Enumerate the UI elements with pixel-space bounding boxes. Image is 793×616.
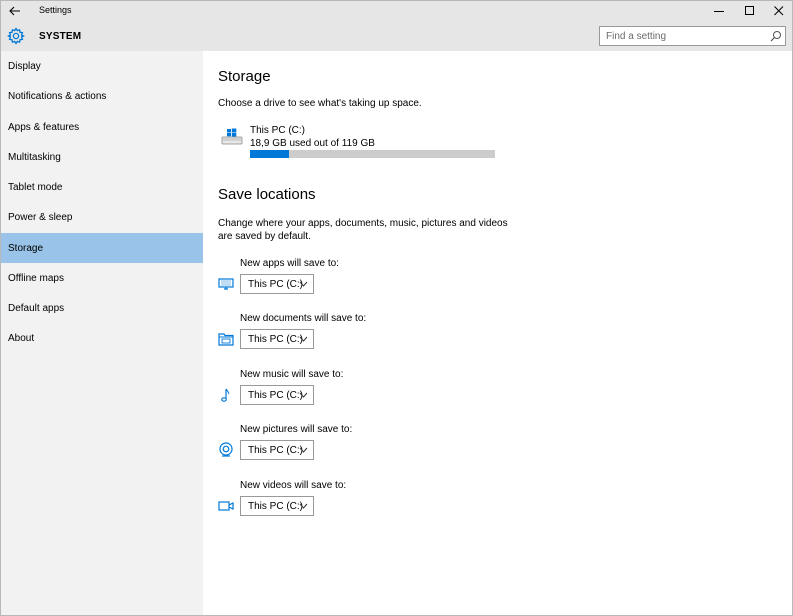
sidebar-item-notifications[interactable]: Notifications & actions bbox=[1, 81, 203, 111]
folder-icon bbox=[218, 333, 234, 346]
gear-icon bbox=[7, 27, 25, 45]
page-title: Storage bbox=[218, 68, 271, 85]
maximize-button[interactable] bbox=[734, 1, 766, 21]
dropdown-value: This PC (C:) bbox=[248, 278, 303, 290]
drive-usage-fill bbox=[250, 150, 289, 158]
search-box[interactable] bbox=[599, 26, 786, 46]
save-locations-title: Save locations bbox=[218, 186, 316, 203]
dropdown-value: This PC (C:) bbox=[248, 444, 303, 456]
save-location-label: New music will save to: bbox=[240, 369, 344, 380]
chevron-down-icon bbox=[299, 503, 308, 509]
save-location-music: New music will save to: This PC (C:) bbox=[218, 369, 518, 415]
search-icon[interactable] bbox=[770, 30, 782, 42]
sidebar-item-about[interactable]: About bbox=[1, 323, 203, 353]
save-location-videos: New videos will save to: This PC (C:) bbox=[218, 480, 518, 526]
minimize-icon bbox=[714, 11, 724, 12]
sidebar-item-label: Display bbox=[8, 60, 41, 72]
back-button[interactable] bbox=[5, 2, 25, 20]
drive-usage-text: 18,9 GB used out of 119 GB bbox=[250, 138, 375, 149]
sidebar-item-label: About bbox=[8, 332, 35, 344]
camera-icon bbox=[219, 442, 233, 457]
sidebar-item-label: Offline maps bbox=[8, 272, 64, 284]
drive-usage-bar bbox=[250, 150, 495, 158]
dropdown-value: This PC (C:) bbox=[248, 500, 303, 512]
settings-window: Settings SYSTEM Display No bbox=[0, 0, 793, 616]
sidebar-item-apps-features[interactable]: Apps & features bbox=[1, 112, 203, 142]
monitor-icon bbox=[218, 278, 234, 290]
music-location-dropdown[interactable]: This PC (C:) bbox=[240, 385, 314, 405]
dropdown-value: This PC (C:) bbox=[248, 389, 303, 401]
sidebar-nav: Display Notifications & actions Apps & f… bbox=[1, 51, 203, 615]
back-arrow-icon bbox=[9, 6, 20, 16]
minimize-button[interactable] bbox=[703, 1, 735, 21]
search-input[interactable] bbox=[600, 27, 765, 45]
header-bar: SYSTEM bbox=[1, 21, 792, 51]
section-title: SYSTEM bbox=[39, 31, 82, 42]
save-location-label: New documents will save to: bbox=[240, 313, 367, 324]
save-location-label: New videos will save to: bbox=[240, 480, 347, 491]
sidebar-item-label: Multitasking bbox=[8, 151, 61, 163]
videos-location-dropdown[interactable]: This PC (C:) bbox=[240, 496, 314, 516]
drive-name: This PC (C:) bbox=[250, 125, 305, 136]
sidebar-item-label: Apps & features bbox=[8, 121, 80, 133]
sidebar-item-tablet-mode[interactable]: Tablet mode bbox=[1, 172, 203, 202]
sidebar-item-label: Default apps bbox=[8, 302, 65, 314]
save-location-documents: New documents will save to: This PC (C:) bbox=[218, 313, 518, 359]
save-location-pictures: New pictures will save to: This PC (C:) bbox=[218, 424, 518, 470]
chevron-down-icon bbox=[299, 336, 308, 342]
sidebar-item-power-sleep[interactable]: Power & sleep bbox=[1, 202, 203, 232]
dropdown-value: This PC (C:) bbox=[248, 333, 303, 345]
drive-icon bbox=[221, 128, 243, 145]
chevron-down-icon bbox=[299, 281, 308, 287]
maximize-icon bbox=[745, 6, 754, 15]
sidebar-item-display[interactable]: Display bbox=[1, 51, 203, 81]
chevron-down-icon bbox=[299, 392, 308, 398]
documents-location-dropdown[interactable]: This PC (C:) bbox=[240, 329, 314, 349]
save-location-apps: New apps will save to: This PC (C:) bbox=[218, 258, 518, 304]
window-title: Settings bbox=[39, 5, 72, 15]
music-note-icon bbox=[221, 388, 230, 402]
sidebar-item-label: Notifications & actions bbox=[8, 90, 107, 102]
apps-location-dropdown[interactable]: This PC (C:) bbox=[240, 274, 314, 294]
sidebar-item-label: Power & sleep bbox=[8, 211, 73, 223]
storage-description: Choose a drive to see what's taking up s… bbox=[218, 98, 422, 109]
sidebar-item-offline-maps[interactable]: Offline maps bbox=[1, 263, 203, 293]
sidebar-item-label: Tablet mode bbox=[8, 181, 63, 193]
sidebar-item-default-apps[interactable]: Default apps bbox=[1, 293, 203, 323]
title-bar: Settings bbox=[1, 1, 792, 21]
save-location-label: New pictures will save to: bbox=[240, 424, 353, 435]
video-camera-icon bbox=[218, 501, 234, 511]
chevron-down-icon bbox=[299, 447, 308, 453]
sidebar-item-multitasking[interactable]: Multitasking bbox=[1, 142, 203, 172]
drive-tile[interactable]: This PC (C:) 18,9 GB used out of 119 GB bbox=[218, 124, 498, 160]
save-locations-description: Change where your apps, documents, music… bbox=[218, 218, 508, 242]
sidebar-item-label: Storage bbox=[8, 242, 44, 254]
pictures-location-dropdown[interactable]: This PC (C:) bbox=[240, 440, 314, 460]
close-button[interactable] bbox=[763, 1, 793, 21]
main-content: Storage Choose a drive to see what's tak… bbox=[203, 51, 792, 615]
sidebar-item-storage[interactable]: Storage bbox=[1, 233, 203, 263]
save-location-label: New apps will save to: bbox=[240, 258, 339, 269]
close-icon bbox=[774, 6, 784, 16]
